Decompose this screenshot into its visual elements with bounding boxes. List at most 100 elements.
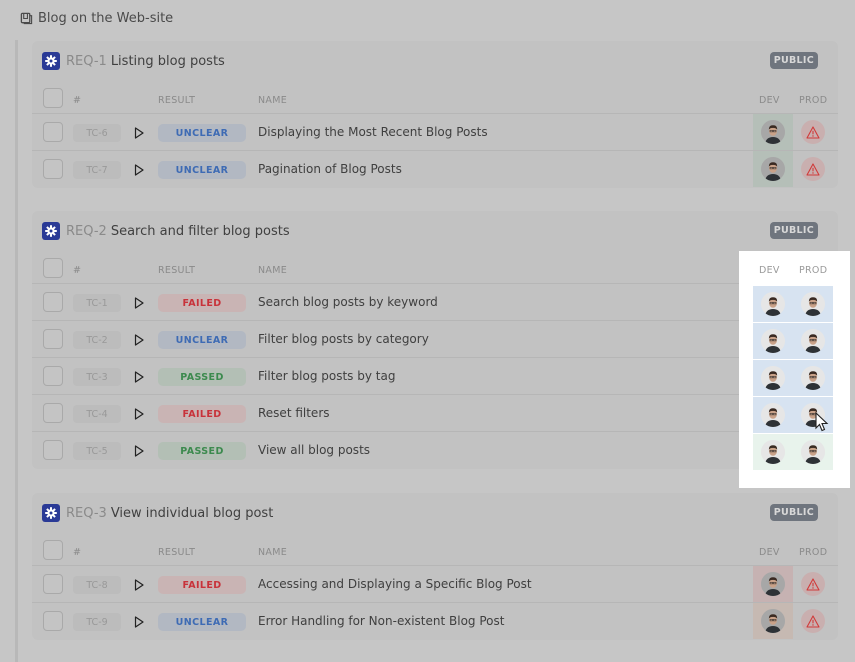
dev-status-cell[interactable] bbox=[753, 603, 793, 639]
dev-status-cell[interactable] bbox=[753, 397, 793, 433]
row-checkbox[interactable] bbox=[43, 403, 63, 423]
play-icon[interactable] bbox=[134, 334, 144, 346]
test-case-row[interactable]: TC-9 UNCLEAR Error Handling for Non-exis… bbox=[32, 603, 838, 640]
dev-status-cell[interactable] bbox=[753, 151, 793, 187]
row-checkbox[interactable] bbox=[43, 366, 63, 386]
requirement-section: REQ-3 View individual blog post PUBLIC #… bbox=[32, 493, 838, 640]
test-case-name[interactable]: Displaying the Most Recent Blog Posts bbox=[258, 125, 488, 139]
test-case-name[interactable]: Filter blog posts by category bbox=[258, 332, 429, 346]
dev-status-cell[interactable] bbox=[753, 360, 793, 396]
test-case-row[interactable]: TC-6 UNCLEAR Displaying the Most Recent … bbox=[32, 114, 838, 151]
prod-status-cell[interactable] bbox=[793, 434, 833, 470]
prod-status-cell[interactable] bbox=[793, 603, 833, 639]
test-case-name[interactable]: Accessing and Displaying a Specific Blog… bbox=[258, 577, 532, 591]
requirement-section: REQ-2 Search and filter blog posts PUBLI… bbox=[32, 211, 838, 469]
test-case-id[interactable]: TC-5 bbox=[73, 442, 121, 460]
select-all-checkbox[interactable] bbox=[43, 258, 63, 278]
prod-status-cell[interactable] bbox=[793, 360, 833, 396]
row-checkbox[interactable] bbox=[43, 440, 63, 460]
test-case-id[interactable]: TC-4 bbox=[73, 405, 121, 423]
warning-status[interactable] bbox=[801, 609, 825, 633]
prod-status-cell[interactable] bbox=[793, 151, 833, 187]
prod-status-cell[interactable] bbox=[793, 286, 833, 322]
test-case-row[interactable]: TC-7 UNCLEAR Pagination of Blog Posts bbox=[32, 151, 838, 188]
dev-status-cell[interactable] bbox=[753, 286, 793, 322]
test-case-row[interactable]: TC-1 FAILED Search blog posts by keyword bbox=[32, 284, 838, 321]
result-badge[interactable]: UNCLEAR bbox=[158, 124, 246, 142]
highlighted-environment-row bbox=[753, 434, 833, 470]
dev-status-cell[interactable] bbox=[753, 566, 793, 602]
play-icon[interactable] bbox=[134, 616, 144, 628]
dev-status-cell[interactable] bbox=[753, 323, 793, 359]
dev-status-cell[interactable] bbox=[753, 434, 793, 470]
test-case-name[interactable]: Filter blog posts by tag bbox=[258, 369, 395, 383]
test-case-id[interactable]: TC-2 bbox=[73, 331, 121, 349]
requirement-header[interactable]: REQ-3 View individual blog post PUBLIC bbox=[32, 493, 838, 533]
test-case-name[interactable]: Reset filters bbox=[258, 406, 330, 420]
requirement-code[interactable]: REQ-1 bbox=[66, 54, 107, 69]
result-badge[interactable]: FAILED bbox=[158, 294, 246, 312]
row-checkbox[interactable] bbox=[43, 159, 63, 179]
play-icon[interactable] bbox=[134, 579, 144, 591]
test-case-name[interactable]: View all blog posts bbox=[258, 443, 370, 457]
select-all-checkbox[interactable] bbox=[43, 88, 63, 108]
row-checkbox[interactable] bbox=[43, 611, 63, 631]
result-badge[interactable]: UNCLEAR bbox=[158, 331, 246, 349]
warning-status[interactable] bbox=[801, 572, 825, 596]
test-case-row[interactable]: TC-2 UNCLEAR Filter blog posts by catego… bbox=[32, 321, 838, 358]
column-header-number: # bbox=[73, 95, 82, 106]
row-checkbox[interactable] bbox=[43, 292, 63, 312]
play-icon[interactable] bbox=[134, 408, 144, 420]
warning-status[interactable] bbox=[801, 157, 825, 181]
play-icon[interactable] bbox=[134, 445, 144, 457]
test-case-name[interactable]: Error Handling for Non-existent Blog Pos… bbox=[258, 614, 504, 628]
prod-status-cell[interactable] bbox=[793, 566, 833, 602]
select-all-checkbox[interactable] bbox=[43, 540, 63, 560]
warning-icon bbox=[806, 614, 820, 628]
result-badge[interactable]: PASSED bbox=[158, 442, 246, 460]
play-icon[interactable] bbox=[134, 297, 144, 309]
warning-icon bbox=[806, 125, 820, 139]
test-case-id[interactable]: TC-8 bbox=[73, 576, 121, 594]
result-badge[interactable]: FAILED bbox=[158, 576, 246, 594]
row-checkbox[interactable] bbox=[43, 329, 63, 349]
requirement-code[interactable]: REQ-2 bbox=[66, 224, 107, 239]
test-case-row[interactable]: TC-3 PASSED Filter blog posts by tag bbox=[32, 358, 838, 395]
result-badge[interactable]: UNCLEAR bbox=[158, 161, 246, 179]
test-case-id[interactable]: TC-7 bbox=[73, 161, 121, 179]
column-header-name: NAME bbox=[258, 547, 288, 558]
prod-status-cell[interactable] bbox=[793, 323, 833, 359]
row-checkbox[interactable] bbox=[43, 122, 63, 142]
test-case-row[interactable]: TC-8 FAILED Accessing and Displaying a S… bbox=[32, 566, 838, 603]
test-case-name[interactable]: Pagination of Blog Posts bbox=[258, 162, 402, 176]
requirement-title[interactable]: View individual blog post bbox=[111, 506, 273, 521]
requirement-header[interactable]: REQ-2 Search and filter blog posts PUBLI… bbox=[32, 211, 838, 251]
test-case-name[interactable]: Search blog posts by keyword bbox=[258, 295, 438, 309]
result-badge[interactable]: PASSED bbox=[158, 368, 246, 386]
requirement-code[interactable]: REQ-3 bbox=[66, 506, 107, 521]
test-case-row[interactable]: TC-4 FAILED Reset filters bbox=[32, 395, 838, 432]
user-avatar-icon bbox=[761, 440, 785, 464]
test-case-row[interactable]: TC-5 PASSED View all blog posts bbox=[32, 432, 838, 469]
prod-status-cell[interactable] bbox=[793, 114, 833, 150]
test-case-id[interactable]: TC-3 bbox=[73, 368, 121, 386]
play-icon[interactable] bbox=[134, 164, 144, 176]
result-badge[interactable]: UNCLEAR bbox=[158, 613, 246, 631]
result-badge[interactable]: FAILED bbox=[158, 405, 246, 423]
play-icon[interactable] bbox=[134, 127, 144, 139]
test-case-id[interactable]: TC-6 bbox=[73, 124, 121, 142]
test-case-id[interactable]: TC-9 bbox=[73, 613, 121, 631]
dev-column-header: DEV bbox=[759, 265, 780, 276]
column-header-result: RESULT bbox=[158, 265, 196, 276]
test-case-id[interactable]: TC-1 bbox=[73, 294, 121, 312]
warning-icon bbox=[806, 162, 820, 176]
project-title: Blog on the Web-site bbox=[38, 11, 174, 26]
dev-status-cell[interactable] bbox=[753, 114, 793, 150]
play-icon[interactable] bbox=[134, 371, 144, 383]
requirement-header[interactable]: REQ-1 Listing blog posts PUBLIC bbox=[32, 41, 838, 81]
row-checkbox[interactable] bbox=[43, 574, 63, 594]
user-avatar-icon bbox=[761, 292, 785, 316]
requirement-title[interactable]: Search and filter blog posts bbox=[111, 224, 290, 239]
requirement-title[interactable]: Listing blog posts bbox=[111, 54, 225, 69]
warning-status[interactable] bbox=[801, 120, 825, 144]
